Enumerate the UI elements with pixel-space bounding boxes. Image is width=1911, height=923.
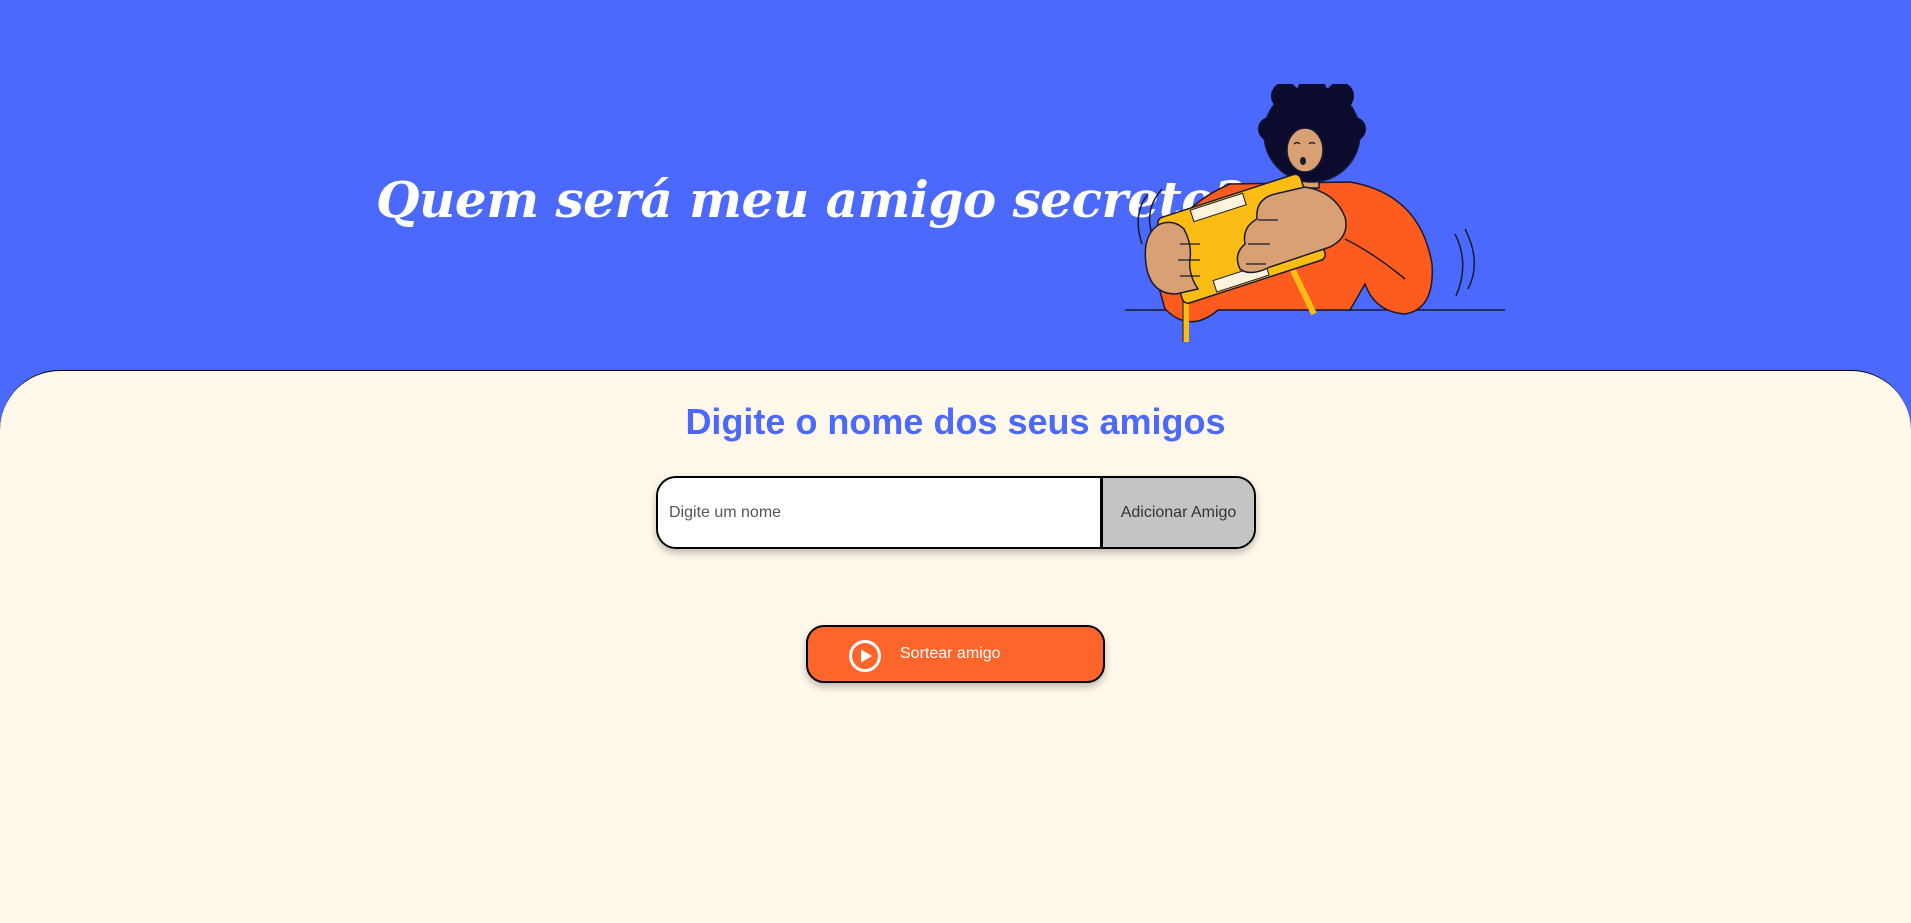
draw-button-label: Sortear amigo [900, 645, 1001, 662]
main-panel: Digite o nome dos seus amigos Adicionar … [0, 370, 1911, 923]
friend-name-input[interactable] [658, 478, 1100, 547]
add-friend-form: Adicionar Amigo [656, 476, 1256, 549]
page-header: Quem será meu amigo secreto? [0, 0, 1911, 370]
draw-friend-button[interactable]: Sortear amigo [806, 625, 1105, 683]
page-title: Quem será meu amigo secreto? [376, 170, 1243, 229]
play-circle-icon [849, 640, 881, 672]
person-opening-gift-illustration [1125, 84, 1505, 342]
add-friend-button[interactable]: Adicionar Amigo [1100, 478, 1254, 547]
section-title: Digite o nome dos seus amigos [685, 401, 1226, 442]
